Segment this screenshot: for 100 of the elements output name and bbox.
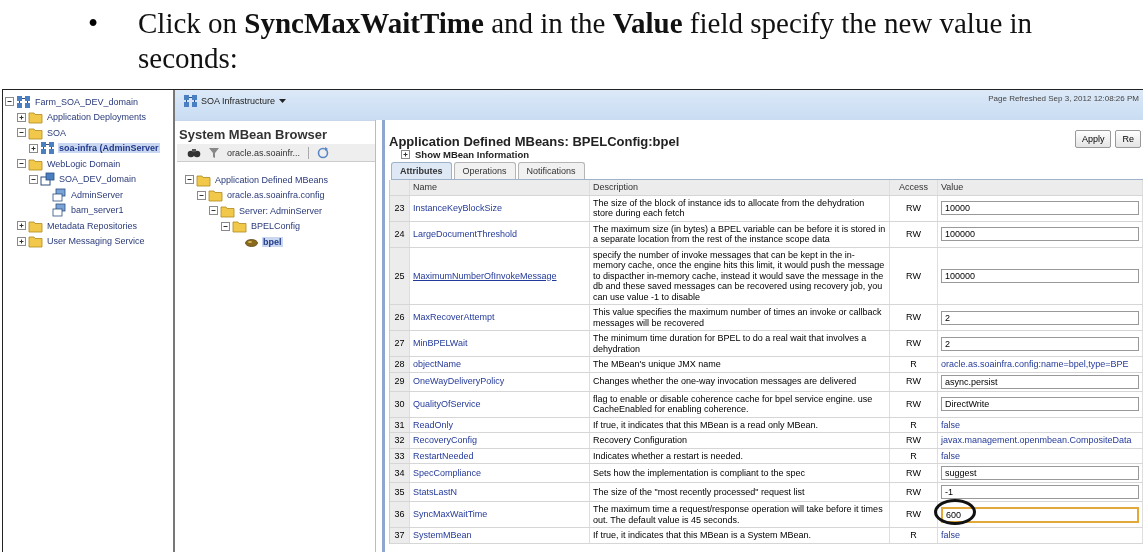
value-field[interactable]: 100000: [941, 268, 1139, 283]
panel-title: Application Defined MBeans: BPELConfig:bpel: [389, 133, 680, 149]
tree-item[interactable]: Farm_SOA_DEV_domain: [34, 96, 140, 107]
value-field[interactable]: -1: [941, 485, 1139, 499]
access-cell: R: [890, 448, 938, 463]
tree-item[interactable]: oracle.as.soainfra.config: [226, 190, 326, 201]
column-header: Description: [590, 180, 890, 195]
folder-icon: [232, 219, 247, 234]
description-cell: The maximum size (in bytes) a BPEL variable can be before it is stored in a separate location from the rest of the instance scope data: [590, 221, 890, 247]
refresh-icon[interactable]: [317, 146, 330, 159]
attribute-link[interactable]: QualityOfService: [413, 398, 481, 410]
value-link[interactable]: javax.management.openmbean.CompositeData: [941, 435, 1132, 446]
access-cell: RW: [890, 433, 938, 448]
value-field[interactable]: 2: [941, 336, 1139, 351]
collapse-icon[interactable]: [197, 190, 206, 200]
panel-title: System MBean Browser: [179, 127, 329, 142]
folder-icon: [220, 203, 235, 218]
row-number: 23: [390, 195, 410, 221]
value-link[interactable]: false: [941, 530, 960, 541]
expand-icon[interactable]: [401, 150, 410, 159]
action-button[interactable]: Apply: [1074, 130, 1112, 148]
attribute-link[interactable]: MaximumNumberOfInvokeMessage: [413, 270, 557, 281]
access-cell: RW: [890, 247, 938, 304]
tree-item[interactable]: User Messaging Service: [46, 236, 146, 247]
row-number: 32: [390, 433, 410, 448]
value-field[interactable]: async.persist: [941, 374, 1139, 389]
tree-item[interactable]: Application Defined MBeans: [214, 174, 330, 185]
folder-icon: [196, 172, 211, 187]
collapse-icon[interactable]: [17, 128, 26, 138]
tree-item[interactable]: WebLogic Domain: [46, 158, 122, 169]
tree-item[interactable]: Application Deployments: [46, 112, 148, 123]
tree-item[interactable]: SOA_DEV_domain: [58, 174, 138, 185]
attribute-link[interactable]: RecoveryConfig: [413, 435, 478, 446]
tab[interactable]: Operations: [453, 162, 516, 179]
access-cell: RW: [890, 464, 938, 482]
column-header: Name: [410, 180, 590, 195]
tree-item[interactable]: bam_server1: [70, 205, 125, 216]
attribute-link[interactable]: OneWayDeliveryPolicy: [413, 376, 505, 387]
collapse-icon[interactable]: [209, 206, 218, 216]
value-link[interactable]: false: [941, 419, 960, 430]
filter-icon[interactable]: [209, 146, 219, 159]
attribute-link[interactable]: SystemMBean: [413, 530, 472, 541]
value-field[interactable]: suggest: [941, 466, 1139, 480]
collapse-icon[interactable]: [5, 97, 14, 107]
value-field[interactable]: 2: [941, 310, 1139, 325]
value-field[interactable]: 10000: [941, 201, 1139, 215]
value-link[interactable]: false: [941, 450, 960, 461]
value-field[interactable]: 600: [941, 506, 1139, 523]
row-number: 28: [390, 357, 410, 372]
target-menu[interactable]: SOA Infrastructure: [201, 96, 276, 106]
expand-icon[interactable]: [17, 112, 26, 122]
tab[interactable]: Attributes: [391, 162, 452, 179]
attribute-link[interactable]: StatsLastN: [413, 486, 458, 498]
column-header: Access: [890, 180, 938, 195]
collapse-icon[interactable]: [185, 175, 194, 185]
attribute-link[interactable]: RestartNeeded: [413, 450, 474, 461]
tree-item[interactable]: AdminServer: [70, 189, 125, 200]
bullet-mark: •: [88, 6, 100, 41]
row-number: 37: [390, 528, 410, 543]
expand-icon[interactable]: [17, 236, 26, 246]
collapse-icon[interactable]: [221, 221, 230, 231]
value-link[interactable]: oracle.as.soainfra.config:name=bpel,type=BPE: [941, 359, 1129, 370]
attribute-link[interactable]: MaxRecoverAttempt: [413, 312, 495, 323]
value-field[interactable]: 100000: [941, 227, 1139, 241]
expand-icon[interactable]: [17, 221, 26, 231]
tree-item[interactable]: BPELConfig: [250, 221, 302, 232]
attribute-link[interactable]: SyncMaxWaitTime: [413, 509, 488, 520]
network-icon: [40, 141, 55, 156]
tree-item[interactable]: soa-infra (AdminServer: [58, 143, 160, 154]
row-number: 35: [390, 483, 410, 501]
collapse-icon[interactable]: [17, 159, 26, 169]
description-cell: Indicates whether a restart is needed.: [590, 448, 890, 463]
info-toggle[interactable]: Show MBean Information: [415, 149, 529, 160]
attribute-link[interactable]: objectName: [413, 359, 462, 370]
attribute-link[interactable]: ReadOnly: [413, 419, 454, 430]
action-button[interactable]: Re: [1115, 130, 1141, 148]
attribute-link[interactable]: SpecCompliance: [413, 467, 482, 479]
tree-item[interactable]: Server: AdminServer: [238, 205, 324, 216]
row-number: 34: [390, 464, 410, 482]
description-cell: If true, it indicates that this MBean is a System MBean.: [590, 528, 890, 543]
folder-icon: [28, 156, 43, 171]
tree-item[interactable]: Metadata Repositories: [46, 220, 139, 231]
description-cell: This value specifies the maximum number of times an invoke or callback messages will be recovered: [590, 305, 890, 330]
attribute-link[interactable]: LargeDocumentThreshold: [413, 228, 518, 240]
binoculars-icon[interactable]: [187, 146, 201, 159]
domain-icon: [40, 172, 55, 187]
expand-icon[interactable]: [29, 143, 38, 153]
description-cell: Changes whether the one-way invocation messages are delivered: [590, 372, 890, 391]
description-cell: The MBean's unique JMX name: [590, 357, 890, 372]
row-number: 25: [390, 247, 410, 304]
attribute-link[interactable]: MinBPELWait: [413, 338, 468, 349]
tree-item[interactable]: SOA: [46, 127, 67, 138]
description-cell: If true, it indicates that this MBean is a read only MBean.: [590, 417, 890, 432]
access-cell: RW: [890, 305, 938, 330]
access-cell: R: [890, 528, 938, 543]
value-field[interactable]: DirectWrite: [941, 397, 1139, 411]
attribute-link[interactable]: InstanceKeyBlockSize: [413, 202, 503, 214]
collapse-icon[interactable]: [29, 174, 38, 184]
tree-item[interactable]: bpel: [262, 236, 283, 247]
tab[interactable]: Notifications: [517, 162, 585, 179]
